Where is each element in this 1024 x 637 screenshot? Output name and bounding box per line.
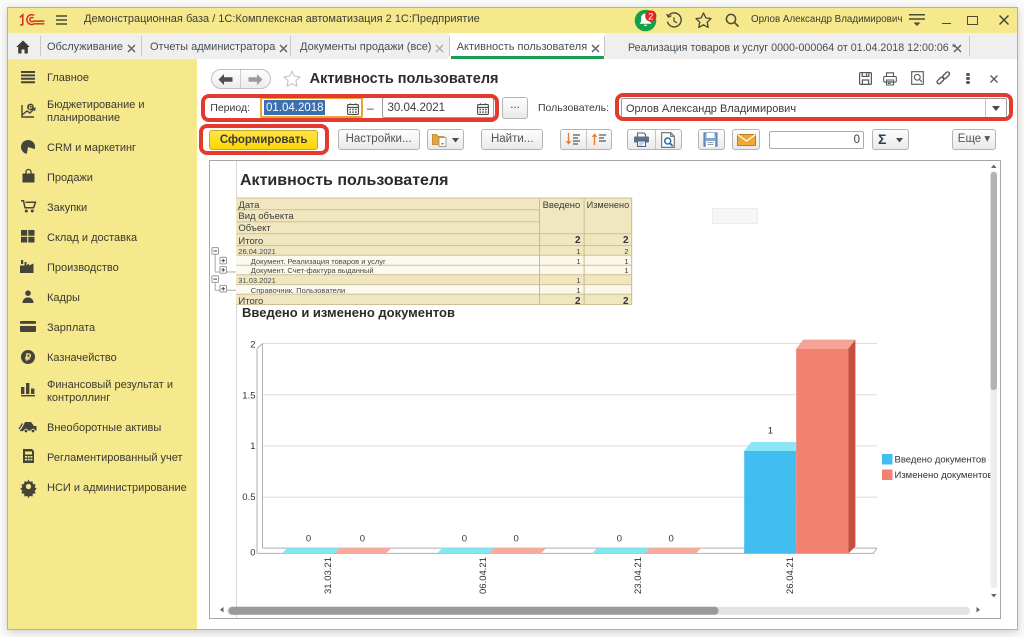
- svg-text:26.04.21: 26.04.21: [785, 557, 796, 594]
- svg-text:23.04.21: 23.04.21: [633, 557, 644, 594]
- svg-text:06.04.21: 06.04.21: [478, 557, 489, 594]
- svg-text:0: 0: [250, 547, 255, 558]
- svg-text:Введено документов: Введено документов: [895, 455, 987, 466]
- svg-text:0: 0: [617, 533, 622, 544]
- svg-text:2: 2: [648, 11, 653, 22]
- svg-text:₽: ₽: [25, 352, 32, 363]
- svg-text:0: 0: [513, 533, 518, 544]
- svg-text:0: 0: [668, 533, 673, 544]
- svg-text:31.03.21: 31.03.21: [323, 557, 334, 594]
- svg-text:2: 2: [250, 339, 255, 350]
- svg-text:0: 0: [462, 533, 467, 544]
- svg-text:1: 1: [768, 425, 773, 436]
- svg-text:0: 0: [306, 533, 311, 544]
- svg-text:₽: ₽: [29, 104, 33, 111]
- svg-text:1.5: 1.5: [242, 390, 255, 401]
- svg-text:1: 1: [250, 441, 255, 452]
- svg-text:Изменено документов: Изменено документов: [895, 470, 993, 481]
- svg-text:0: 0: [360, 533, 365, 544]
- svg-text:0.5: 0.5: [242, 492, 255, 503]
